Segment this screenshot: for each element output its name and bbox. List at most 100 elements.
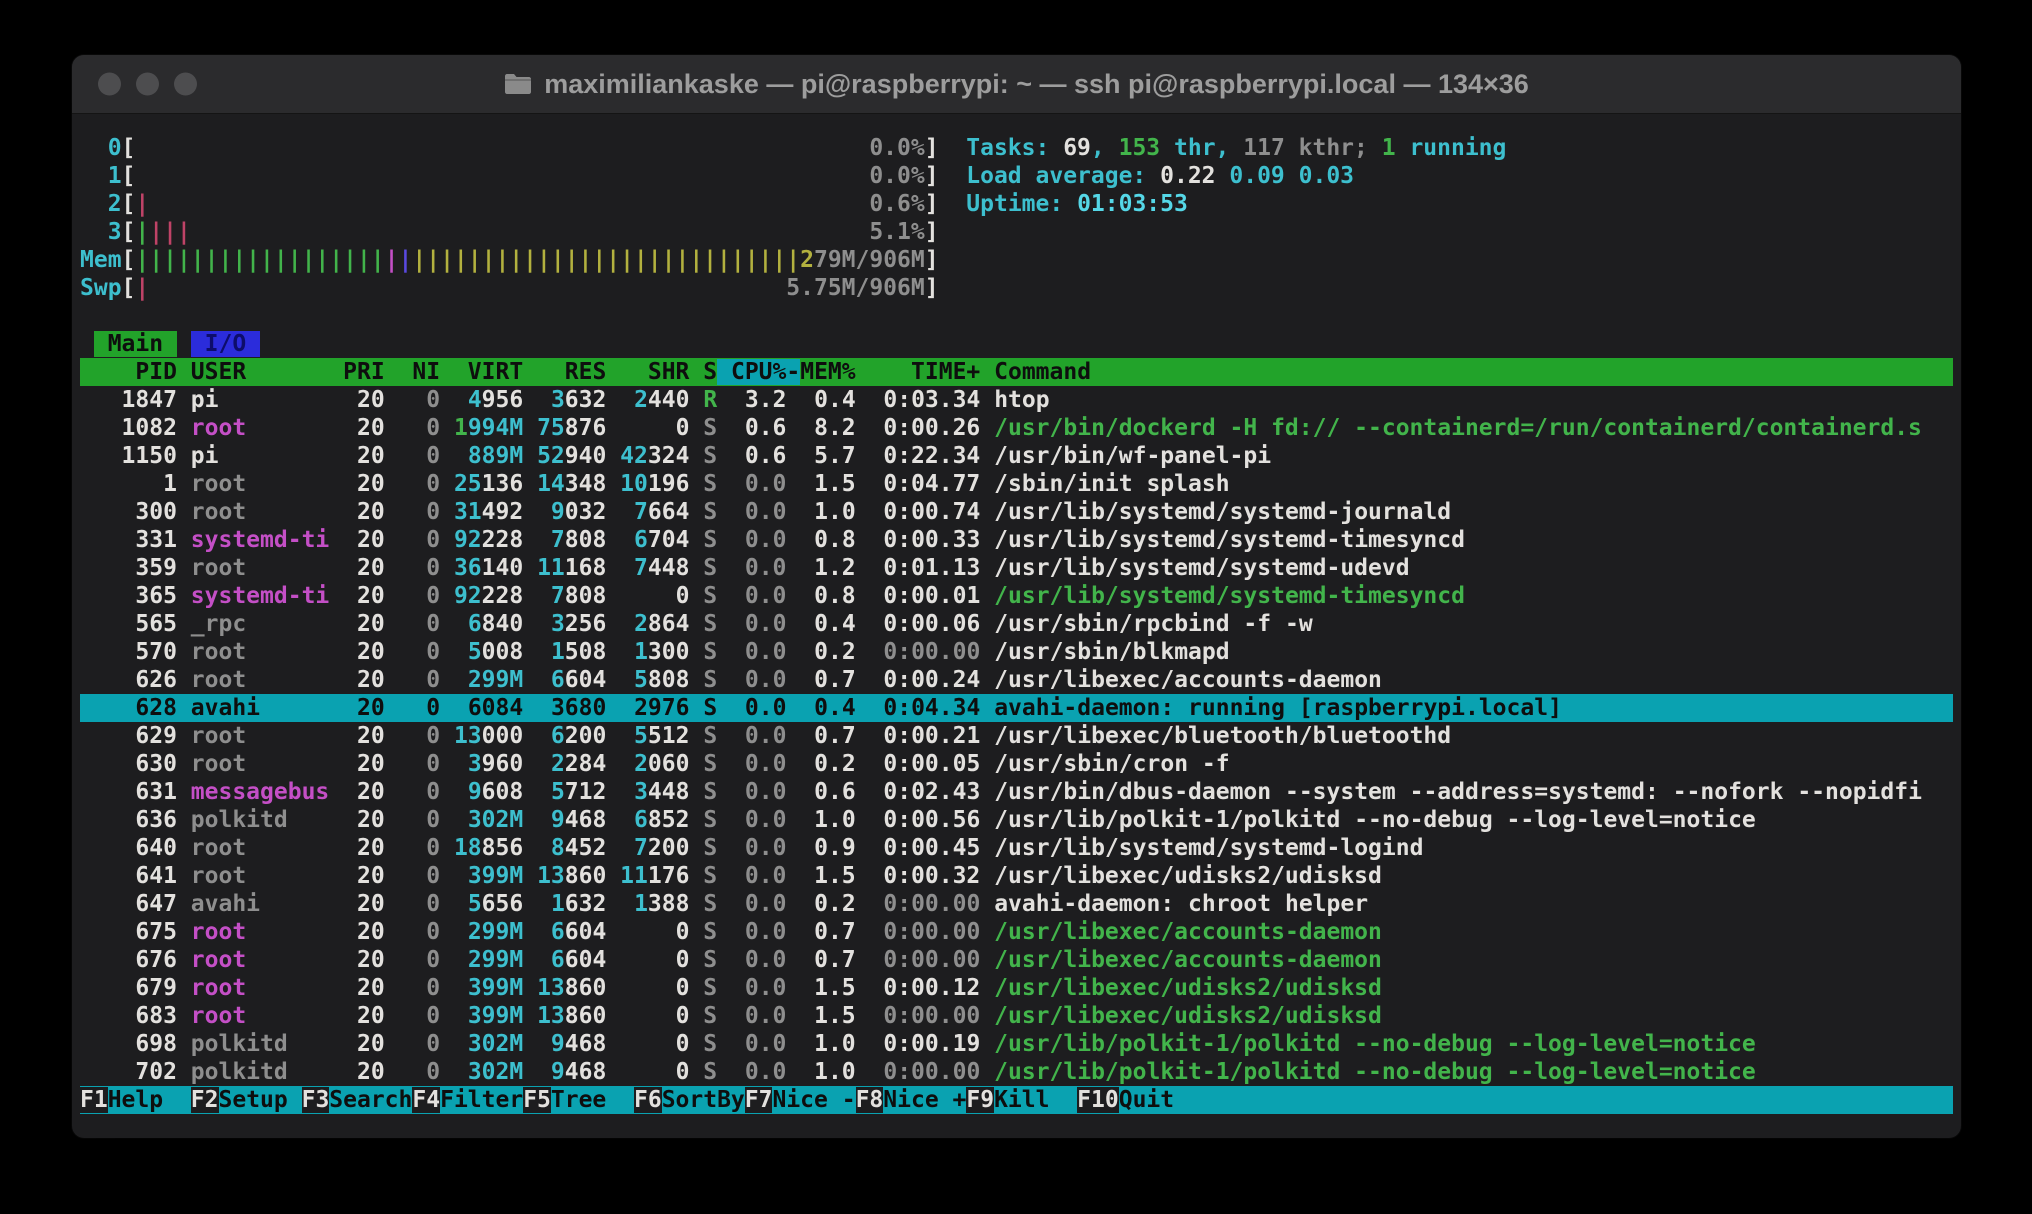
fkey-f5-key[interactable]: F5: [523, 1087, 551, 1113]
state-cell: S: [703, 947, 717, 973]
process-row-631[interactable]: 631 messagebus 20 0 9608 5712 3448 S 0.0…: [80, 778, 1953, 806]
summary-text: 0.03: [1299, 163, 1354, 189]
user-cell: avahi: [191, 695, 329, 721]
spacer: [440, 443, 454, 469]
time-cell: 0:00.45: [870, 835, 981, 861]
column-header-command[interactable]: Command: [994, 359, 1091, 385]
fkey-f3-search[interactable]: Search: [329, 1087, 412, 1113]
user-cell: messagebus: [191, 779, 329, 805]
process-row-702[interactable]: 702 polkitd 20 0 302M 9468 0 S 0.0 1.0 0…: [80, 1058, 1953, 1086]
user-cell: pi: [191, 387, 329, 413]
command-cell: /usr/libexec/udisks2/udisksd: [994, 863, 1382, 889]
tab-io[interactable]: I/O: [191, 331, 260, 357]
fkey-f3-key[interactable]: F3: [302, 1087, 330, 1113]
res-cell: 604: [565, 667, 607, 693]
column-header-res[interactable]: RES: [537, 359, 606, 385]
spacer: [980, 387, 994, 413]
zoom-button[interactable]: [174, 73, 197, 96]
process-row-679[interactable]: 679 root 20 0 399M 13860 0 S 0.0 1.5 0:0…: [80, 974, 1953, 1002]
tab-main[interactable]: Main: [94, 331, 177, 357]
fkey-f5-tree[interactable]: Tree: [551, 1087, 634, 1113]
spacer: [980, 723, 994, 749]
process-row-1082[interactable]: 1082 root 20 0 1994M 75876 0 S 0.6 8.2 0…: [80, 414, 1953, 442]
process-row-641[interactable]: 641 root 20 0 399M 13860 11176 S 0.0 1.5…: [80, 862, 1953, 890]
spacer: [385, 891, 399, 917]
fkey-f2-key[interactable]: F2: [191, 1087, 219, 1113]
column-header-virt[interactable]: VIRT: [454, 359, 523, 385]
ni-cell: 0: [399, 667, 441, 693]
shr-cell: 7: [634, 499, 648, 525]
virt-cell: 492: [482, 499, 524, 525]
fkey-f9-kill[interactable]: Kill: [994, 1087, 1077, 1113]
fkey-f8-nice[interactable]: Nice +: [883, 1087, 966, 1113]
fkey-f8-key[interactable]: F8: [856, 1087, 884, 1113]
process-row-683[interactable]: 683 root 20 0 399M 13860 0 S 0.0 1.5 0:0…: [80, 1002, 1953, 1030]
close-button[interactable]: [98, 73, 121, 96]
process-row-647[interactable]: 647 avahi 20 0 5656 1632 1388 S 0.0 0.2 …: [80, 890, 1953, 918]
spacer: [786, 667, 800, 693]
column-header-shr[interactable]: SHR: [620, 359, 689, 385]
process-row-570[interactable]: 570 root 20 0 5008 1508 1300 S 0.0 0.2 0…: [80, 638, 1953, 666]
mem-cell: 0.9: [800, 835, 855, 861]
summary-text: 0.09: [1229, 163, 1298, 189]
column-header-s[interactable]: S: [703, 359, 717, 385]
summary-text: running: [1396, 135, 1507, 161]
process-row-640[interactable]: 640 root 20 0 18856 8452 7200 S 0.0 0.9 …: [80, 834, 1953, 862]
spacer: [786, 471, 800, 497]
sort-column-header[interactable]: CPU%-: [717, 359, 800, 385]
spacer: [786, 639, 800, 665]
fkey-f4-key[interactable]: F4: [412, 1087, 440, 1113]
process-row-626[interactable]: 626 root 20 0 299M 6604 5808 S 0.0 0.7 0…: [80, 666, 1953, 694]
fkey-f7-key[interactable]: F7: [745, 1087, 773, 1113]
column-header-user[interactable]: USER: [191, 359, 329, 385]
process-row-628[interactable]: 628 avahi 20 0 6084 3680 2976 S 0.0 0.4 …: [80, 694, 1953, 722]
spacer: [717, 891, 731, 917]
fkey-f1-help[interactable]: Help: [108, 1087, 191, 1113]
fkey-f10-key[interactable]: F10: [1077, 1087, 1119, 1113]
fkey-f2-setup[interactable]: Setup: [219, 1087, 302, 1113]
process-row-359[interactable]: 359 root 20 0 36140 11168 7448 S 0.0 1.2…: [80, 554, 1953, 582]
meter-bracket: ]: [925, 219, 939, 245]
process-row-331[interactable]: 331 systemd-ti 20 0 92228 7808 6704 S 0.…: [80, 526, 1953, 554]
spacer: [454, 387, 468, 413]
process-row-300[interactable]: 300 root 20 0 31492 9032 7664 S 0.0 1.0 …: [80, 498, 1953, 526]
process-row-698[interactable]: 698 polkitd 20 0 302M 9468 0 S 0.0 1.0 0…: [80, 1030, 1953, 1058]
pri-cell: 20: [343, 527, 385, 553]
spacer: [620, 527, 634, 553]
process-row-1[interactable]: 1 root 20 0 25136 14348 10196 S 0.0 1.5 …: [80, 470, 1953, 498]
process-row-565[interactable]: 565 _rpc 20 0 6840 3256 2864 S 0.0 0.4 0…: [80, 610, 1953, 638]
fkey-f7-nice[interactable]: Nice -: [772, 1087, 855, 1113]
process-row-675[interactable]: 675 root 20 0 299M 6604 0 S 0.0 0.7 0:00…: [80, 918, 1953, 946]
state-cell: S: [703, 807, 717, 833]
column-header-mem[interactable]: MEM%: [800, 359, 855, 385]
table-header[interactable]: PID USER PRI NI VIRT RES SHR S CPU%-MEM%…: [80, 358, 1953, 386]
process-row-1847[interactable]: 1847 pi 20 0 4956 3632 2440 R 3.2 0.4 0:…: [80, 386, 1953, 414]
virt-cell: 656: [482, 891, 524, 917]
fkey-f6-sortby[interactable]: SortBy: [662, 1087, 745, 1113]
spacer: [440, 387, 454, 413]
command-cell: /usr/libexec/accounts-daemon: [994, 947, 1382, 973]
pid-cell: 365: [80, 583, 177, 609]
fkey-f1-key[interactable]: F1: [80, 1087, 108, 1113]
process-row-630[interactable]: 630 root 20 0 3960 2284 2060 S 0.0 0.2 0…: [80, 750, 1953, 778]
fkey-f4-filter[interactable]: Filter: [440, 1087, 523, 1113]
column-header-pri[interactable]: PRI: [343, 359, 385, 385]
process-row-636[interactable]: 636 polkitd 20 0 302M 9468 6852 S 0.0 1.…: [80, 806, 1953, 834]
fkey-f6-key[interactable]: F6: [634, 1087, 662, 1113]
fkey-f9-key[interactable]: F9: [966, 1087, 994, 1113]
process-row-1150[interactable]: 1150 pi 20 0 889M 52940 42324 S 0.6 5.7 …: [80, 442, 1953, 470]
spacer: [440, 639, 454, 665]
process-row-629[interactable]: 629 root 20 0 13000 6200 5512 S 0.0 0.7 …: [80, 722, 1953, 750]
minimize-button[interactable]: [136, 73, 159, 96]
spacer: [980, 1003, 994, 1029]
column-header-time[interactable]: TIME+: [869, 359, 980, 385]
spacer: [454, 947, 468, 973]
process-row-365[interactable]: 365 systemd-ti 20 0 92228 7808 0 S 0.0 0…: [80, 582, 1953, 610]
column-header-pid[interactable]: PID: [80, 359, 177, 385]
meter-bracket: [: [122, 135, 136, 161]
fkey-f10-quit[interactable]: Quit: [1119, 1087, 1202, 1113]
process-row-676[interactable]: 676 root 20 0 299M 6604 0 S 0.0 0.7 0:00…: [80, 946, 1953, 974]
spacer: [440, 583, 454, 609]
res-cell: 3: [551, 695, 565, 721]
column-header-ni[interactable]: NI: [399, 359, 441, 385]
